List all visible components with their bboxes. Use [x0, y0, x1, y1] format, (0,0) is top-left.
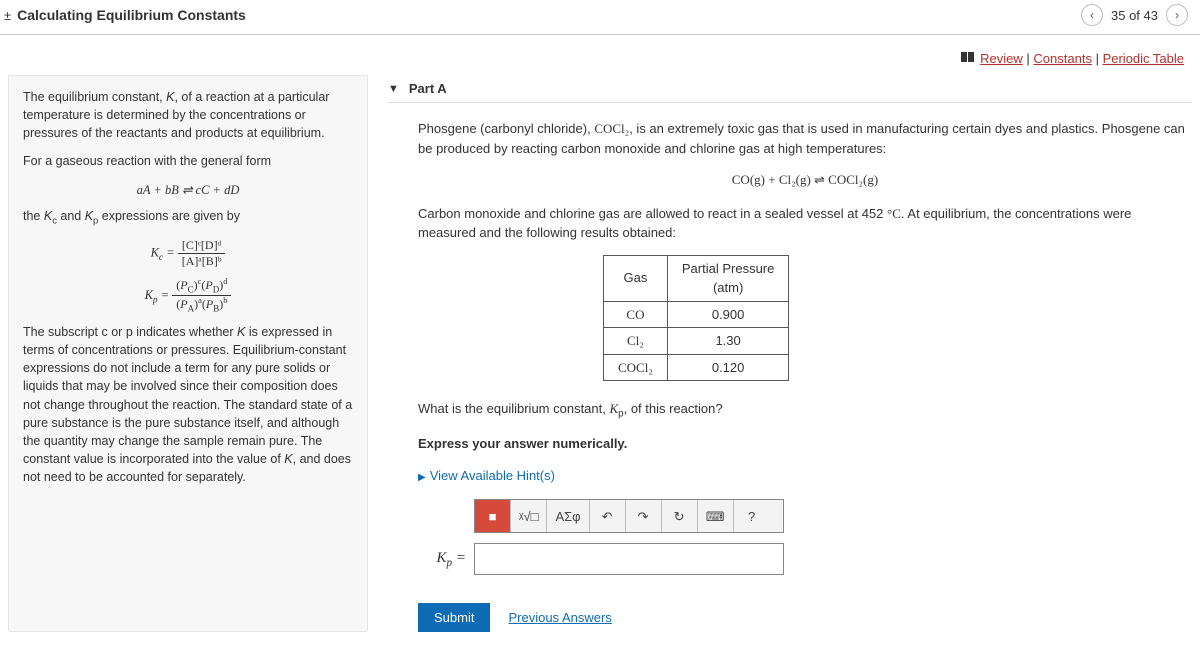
- reset-button[interactable]: ↻: [662, 500, 698, 532]
- flag-icon: [961, 52, 975, 67]
- keyboard-button[interactable]: ⌨: [698, 500, 734, 532]
- previous-answers-link[interactable]: Previous Answers: [508, 608, 611, 628]
- kp-formula: Kp = (PC)c(PD)d(PA)a(PB)b: [23, 277, 353, 315]
- mid-text: Carbon monoxide and chlorine gas are all…: [418, 204, 1192, 243]
- data-table: Gas Partial Pressure(atm) CO0.900 Cl₂1.3…: [603, 255, 789, 382]
- answer-toolbar: ■ ᵡ√□ ΑΣφ ↶ ↷ ↻ ⌨ ?: [474, 499, 784, 533]
- theory-p4: The subscript c or p indicates whether K…: [23, 323, 353, 486]
- reaction-equation: CO(g) + Cl₂(g) ⇌ COCl₂(g): [418, 170, 1192, 190]
- th-gas: Gas: [604, 255, 668, 301]
- part-header[interactable]: ▼ Part A: [388, 75, 1192, 103]
- th-pressure: Partial Pressure(atm): [667, 255, 788, 301]
- kc-formula: Kc = [C]ᶜ[D]ᵈ[A]ᵃ[B]ᵇ: [23, 238, 353, 269]
- part-label: Part A: [409, 81, 447, 96]
- page-title: Calculating Equilibrium Constants: [17, 7, 246, 23]
- instruction-text: Express your answer numerically.: [418, 434, 1192, 454]
- table-row: CO0.900: [604, 301, 789, 328]
- chevron-right-icon: ▶: [418, 472, 426, 483]
- table-row: Cl₂1.30: [604, 328, 789, 355]
- help-button[interactable]: ?: [734, 500, 770, 532]
- table-row: COCl₂0.120: [604, 354, 789, 381]
- periodic-table-link[interactable]: Periodic Table: [1103, 51, 1184, 66]
- theory-panel: The equilibrium constant, K, of a reacti…: [8, 75, 368, 632]
- theory-p1-a: The equilibrium constant, K, of a reacti…: [23, 90, 329, 140]
- prev-button[interactable]: ‹: [1081, 4, 1103, 26]
- plusminus-icon: ±: [4, 8, 11, 23]
- greek-button[interactable]: ΑΣφ: [547, 500, 589, 532]
- theory-p3: the Kc and Kp expressions are given by: [23, 207, 353, 228]
- view-hints-button[interactable]: ▶View Available Hint(s): [418, 466, 1192, 486]
- theory-p2: For a gaseous reaction with the general …: [23, 152, 353, 170]
- collapse-icon: ▼: [388, 83, 399, 95]
- mode-value-button[interactable]: ■: [475, 500, 511, 532]
- answer-label: Kp =: [418, 547, 466, 572]
- general-reaction: aA + bB ⇌ cC + dD: [23, 181, 353, 199]
- submit-button[interactable]: Submit: [418, 603, 490, 632]
- sep-2: |: [1096, 51, 1103, 66]
- answer-input[interactable]: [474, 543, 784, 575]
- review-link[interactable]: Review: [980, 51, 1023, 66]
- sqrt-button[interactable]: ᵡ√□: [511, 500, 547, 532]
- page-indicator: 35 of 43: [1111, 8, 1158, 23]
- next-button[interactable]: ›: [1166, 4, 1188, 26]
- constants-link[interactable]: Constants: [1033, 51, 1092, 66]
- undo-button[interactable]: ↶: [590, 500, 626, 532]
- redo-button[interactable]: ↷: [626, 500, 662, 532]
- question-text: What is the equilibrium constant, Kp, of…: [418, 399, 1192, 422]
- intro-text: Phosgene (carbonyl chloride), COCl₂, is …: [418, 119, 1192, 158]
